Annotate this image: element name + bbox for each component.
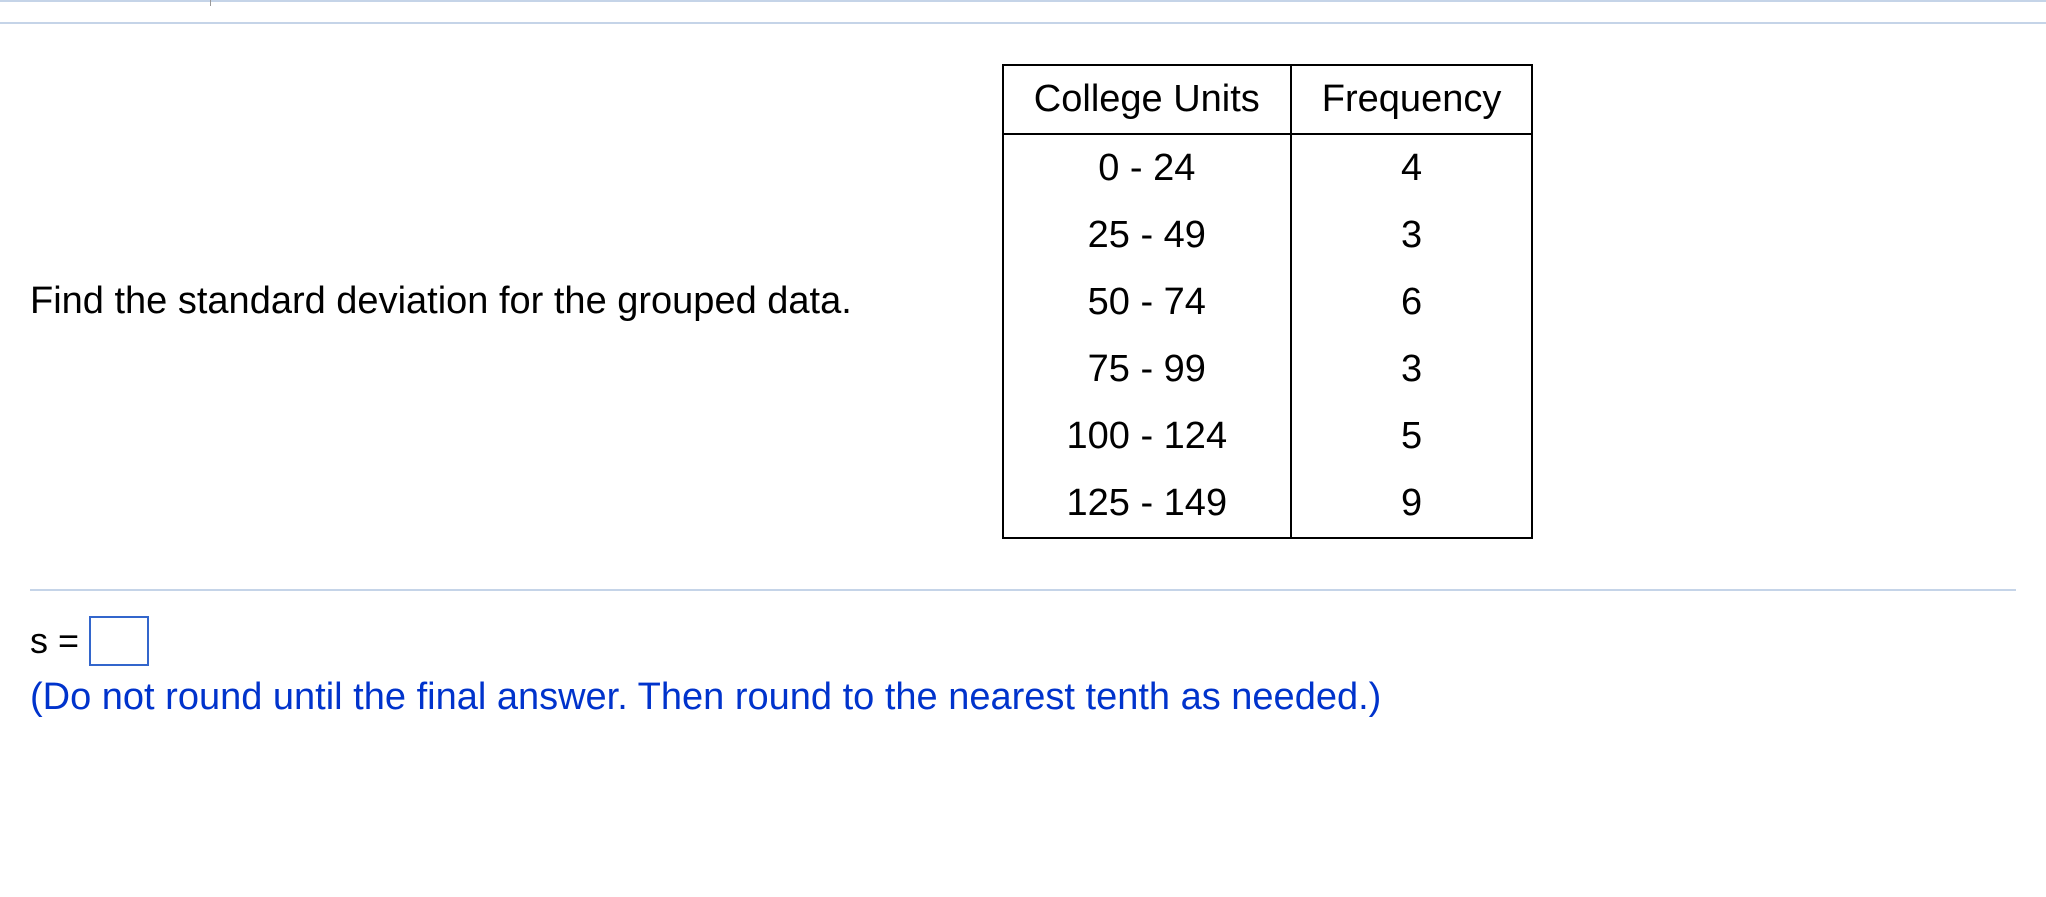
table-row: 25 - 49 3 <box>1003 202 1533 269</box>
table-row: 100 - 124 5 <box>1003 403 1533 470</box>
cell-freq: 6 <box>1291 269 1533 336</box>
table-row: 0 - 24 4 <box>1003 134 1533 202</box>
answer-label: s = <box>30 620 79 662</box>
answer-section: s = (Do not round until the final answer… <box>0 591 2046 719</box>
table-row: 75 - 99 3 <box>1003 336 1533 403</box>
table-row: 125 - 149 9 <box>1003 470 1533 538</box>
cell-freq: 3 <box>1291 202 1533 269</box>
header-college-units: College Units <box>1003 65 1291 134</box>
cell-range: 75 - 99 <box>1003 336 1291 403</box>
cell-freq: 4 <box>1291 134 1533 202</box>
question-text: Find the standard deviation for the grou… <box>30 280 852 323</box>
frequency-table: College Units Frequency 0 - 24 4 25 - 49… <box>1002 64 1534 539</box>
cell-freq: 9 <box>1291 470 1533 538</box>
cell-range: 100 - 124 <box>1003 403 1291 470</box>
answer-instruction: (Do not round until the final answer. Th… <box>30 676 2016 719</box>
top-divider <box>0 0 2046 24</box>
answer-input[interactable] <box>89 616 149 666</box>
cell-freq: 5 <box>1291 403 1533 470</box>
cell-range: 25 - 49 <box>1003 202 1291 269</box>
answer-line: s = <box>30 616 2016 666</box>
header-frequency: Frequency <box>1291 65 1533 134</box>
cell-range: 50 - 74 <box>1003 269 1291 336</box>
table-header-row: College Units Frequency <box>1003 65 1533 134</box>
question-area: Find the standard deviation for the grou… <box>0 24 2046 589</box>
cell-range: 125 - 149 <box>1003 470 1291 538</box>
cell-range: 0 - 24 <box>1003 134 1291 202</box>
cell-freq: 3 <box>1291 336 1533 403</box>
table-row: 50 - 74 6 <box>1003 269 1533 336</box>
